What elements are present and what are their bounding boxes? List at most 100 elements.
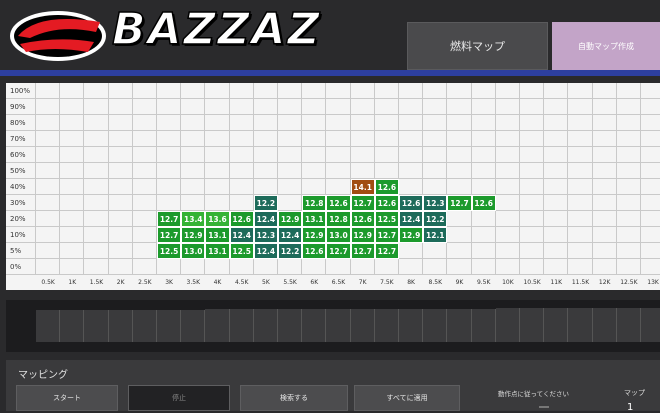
grid-cell[interactable]: [374, 259, 399, 275]
grid-cell[interactable]: [544, 83, 569, 99]
grid-cell[interactable]: [568, 83, 593, 99]
trim-slider[interactable]: [157, 309, 182, 342]
grid-cell[interactable]: [84, 115, 109, 131]
trim-slider[interactable]: [495, 308, 520, 342]
grid-cell[interactable]: [132, 259, 157, 275]
grid-cell[interactable]: [326, 99, 351, 115]
grid-cell[interactable]: [495, 259, 520, 275]
afr-value-cell[interactable]: 12.6: [350, 211, 375, 227]
grid-cell[interactable]: [132, 211, 157, 227]
grid-cell[interactable]: [132, 179, 157, 195]
grid-cell[interactable]: [616, 147, 641, 163]
grid-cell[interactable]: [132, 99, 157, 115]
grid-cell[interactable]: [520, 211, 545, 227]
grid-cell[interactable]: [157, 99, 182, 115]
stop-button[interactable]: 停止: [128, 385, 230, 411]
grid-cell[interactable]: [592, 163, 617, 179]
grid-cell[interactable]: [350, 131, 375, 147]
grid-cell[interactable]: [278, 115, 303, 131]
grid-cell[interactable]: [471, 179, 496, 195]
grid-cell[interactable]: [132, 115, 157, 131]
grid-cell[interactable]: [568, 211, 593, 227]
grid-cell[interactable]: [229, 179, 254, 195]
grid-cell[interactable]: [181, 115, 206, 131]
grid-cell[interactable]: [568, 243, 593, 259]
grid-cell[interactable]: [253, 115, 278, 131]
grid-cell[interactable]: [181, 131, 206, 147]
grid-cell[interactable]: [641, 211, 660, 227]
grid-cell[interactable]: [229, 259, 254, 275]
grid-cell[interactable]: [616, 179, 641, 195]
grid-cell[interactable]: [592, 179, 617, 195]
grid-cell[interactable]: [641, 227, 660, 243]
trim-slider[interactable]: [60, 309, 85, 342]
grid-cell[interactable]: [399, 147, 424, 163]
grid-cell[interactable]: [520, 147, 545, 163]
grid-cell[interactable]: [253, 99, 278, 115]
grid-cell[interactable]: [374, 131, 399, 147]
grid-cell[interactable]: [495, 211, 520, 227]
grid-cell[interactable]: [520, 179, 545, 195]
grid-cell[interactable]: [229, 115, 254, 131]
grid-cell[interactable]: [157, 163, 182, 179]
grid-cell[interactable]: [326, 147, 351, 163]
grid-cell[interactable]: [132, 83, 157, 99]
grid-cell[interactable]: [108, 211, 133, 227]
grid-cell[interactable]: [399, 179, 424, 195]
trim-slider[interactable]: [641, 308, 660, 342]
grid-cell[interactable]: [302, 259, 327, 275]
grid-cell[interactable]: [641, 147, 660, 163]
grid-cell[interactable]: [60, 259, 85, 275]
grid-cell[interactable]: [36, 259, 61, 275]
grid-cell[interactable]: [374, 115, 399, 131]
grid-cell[interactable]: [520, 83, 545, 99]
grid-cell[interactable]: [84, 131, 109, 147]
grid-cell[interactable]: [423, 259, 448, 275]
grid-cell[interactable]: [326, 115, 351, 131]
grid-cell[interactable]: [399, 243, 424, 259]
grid-cell[interactable]: [157, 179, 182, 195]
afr-value-cell[interactable]: 12.9: [350, 227, 375, 243]
grid-cell[interactable]: [447, 243, 472, 259]
grid-cell[interactable]: [84, 83, 109, 99]
afr-value-cell[interactable]: 12.3: [253, 227, 278, 243]
trim-slider[interactable]: [471, 308, 496, 342]
afr-value-cell[interactable]: 12.7: [157, 211, 182, 227]
afr-value-cell[interactable]: 12.5: [157, 243, 182, 259]
grid-cell[interactable]: [181, 179, 206, 195]
grid-cell[interactable]: [520, 243, 545, 259]
grid-cell[interactable]: [471, 211, 496, 227]
grid-cell[interactable]: [181, 259, 206, 275]
grid-cell[interactable]: [520, 99, 545, 115]
grid-cell[interactable]: [399, 83, 424, 99]
grid-cell[interactable]: [495, 195, 520, 211]
grid-cell[interactable]: [60, 147, 85, 163]
afr-value-cell[interactable]: 12.9: [181, 227, 206, 243]
grid-cell[interactable]: [592, 211, 617, 227]
grid-cell[interactable]: [374, 163, 399, 179]
trim-slider[interactable]: [568, 308, 593, 342]
grid-cell[interactable]: [181, 163, 206, 179]
grid-cell[interactable]: [399, 259, 424, 275]
start-button[interactable]: スタート: [16, 385, 118, 411]
grid-cell[interactable]: [302, 179, 327, 195]
afr-value-cell[interactable]: 12.4: [253, 211, 278, 227]
grid-cell[interactable]: [616, 227, 641, 243]
grid-cell[interactable]: [471, 163, 496, 179]
grid-cell[interactable]: [423, 147, 448, 163]
grid-cell[interactable]: [495, 147, 520, 163]
grid-cell[interactable]: [181, 195, 206, 211]
trim-slider[interactable]: [447, 308, 472, 342]
grid-cell[interactable]: [447, 115, 472, 131]
grid-cell[interactable]: [350, 259, 375, 275]
grid-cell[interactable]: [157, 83, 182, 99]
grid-cell[interactable]: [60, 227, 85, 243]
grid-cell[interactable]: [471, 147, 496, 163]
grid-cell[interactable]: [616, 163, 641, 179]
grid-cell[interactable]: [36, 163, 61, 179]
grid-cell[interactable]: [495, 227, 520, 243]
grid-cell[interactable]: [108, 243, 133, 259]
grid-cell[interactable]: [447, 179, 472, 195]
grid-cell[interactable]: [84, 99, 109, 115]
trim-slider[interactable]: [326, 309, 351, 342]
